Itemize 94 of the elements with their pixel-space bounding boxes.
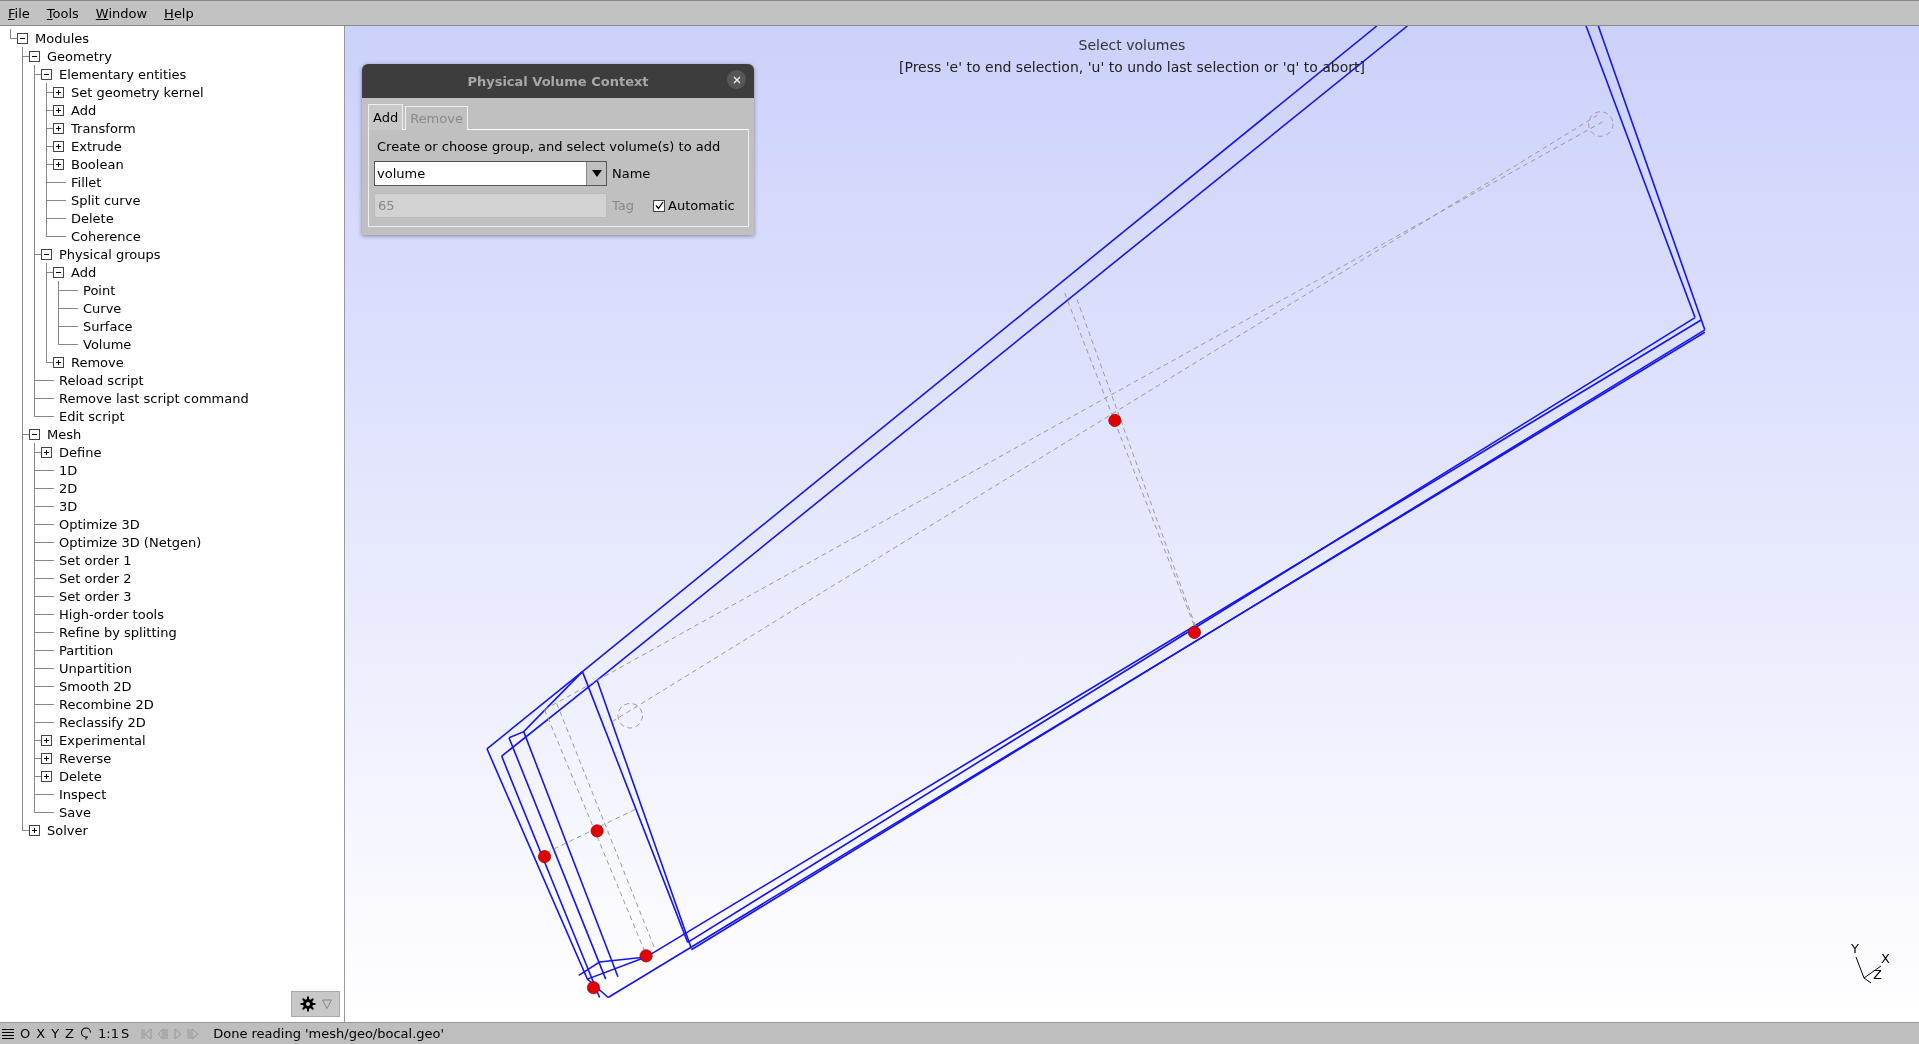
expand-toggle[interactable] [41, 446, 52, 458]
tree-item[interactable]: High-order tools [59, 606, 164, 622]
settings-button[interactable] [291, 991, 340, 1017]
tree-item[interactable]: 3D [59, 498, 78, 514]
view-button[interactable]: Z [65, 1026, 74, 1041]
tree-item[interactable]: Set order 3 [59, 588, 132, 604]
expand-toggle[interactable] [53, 140, 64, 152]
tree-item[interactable]: Smooth 2D [59, 678, 132, 694]
viewport-title: Select volumes [1078, 36, 1186, 55]
tree-item[interactable]: Delete [59, 768, 102, 784]
tree-item[interactable]: Reclassify 2D [59, 714, 146, 730]
tree-item[interactable]: Physical groups [59, 246, 161, 262]
expand-toggle[interactable] [53, 266, 64, 278]
tree-item[interactable]: Set order 2 [59, 570, 132, 586]
tree-item[interactable]: Solver [47, 822, 88, 838]
expand-toggle[interactable] [41, 752, 52, 764]
axis-label: Z [1873, 968, 1882, 982]
menu-icon[interactable] [2, 1027, 14, 1040]
tree-item[interactable]: Delete [71, 210, 114, 226]
tree-item[interactable]: Recombine 2D [59, 696, 154, 712]
tree-item[interactable]: 2D [59, 480, 78, 496]
tree-item[interactable]: Reload script [59, 372, 144, 388]
expand-toggle[interactable] [53, 104, 64, 116]
tree-item[interactable]: Optimize 3D [59, 516, 140, 532]
checkbox-label[interactable]: Automatic [668, 198, 735, 213]
expand-toggle[interactable] [29, 428, 40, 440]
tree-item[interactable]: Split curve [71, 192, 141, 208]
name-combo-field[interactable]: volume [374, 161, 607, 186]
tree-item[interactable]: Define [59, 444, 102, 460]
expand-toggle[interactable] [17, 32, 28, 44]
expand-toggle[interactable] [41, 770, 52, 782]
expand-toggle[interactable] [53, 122, 64, 134]
close-icon [732, 75, 741, 84]
scale-button[interactable]: 1:1 [98, 1026, 119, 1041]
instruction-text: Create or choose group, and select volume(s) to add [377, 139, 722, 154]
tree-item[interactable]: Mesh [47, 426, 82, 442]
menu-item[interactable]: Window [95, 5, 148, 21]
tree-item[interactable]: Remove last script command [59, 390, 249, 406]
field-label: Name [612, 166, 651, 181]
tree-item[interactable]: Unpartition [59, 660, 132, 676]
tree-item[interactable]: Geometry [47, 48, 112, 64]
tree-item[interactable]: Transform [71, 120, 136, 136]
dialog-title: Physical Volume Context [467, 73, 649, 89]
tab[interactable]: Add [368, 104, 404, 130]
view-button[interactable]: X [36, 1026, 46, 1041]
tree-item[interactable]: Optimize 3D (Netgen) [59, 534, 202, 550]
tree-item[interactable]: Set order 1 [59, 552, 132, 568]
tree-item[interactable]: Fillet [71, 174, 102, 190]
tree-item[interactable]: Remove [71, 354, 124, 370]
axis-label: Y [1851, 942, 1859, 956]
field-label: Tag [612, 198, 634, 213]
tree-item[interactable]: Add [71, 102, 97, 118]
gear-icon [299, 996, 316, 1012]
checkbox[interactable] [653, 199, 665, 212]
axis-label: X [1881, 952, 1890, 966]
tree-item[interactable]: Save [59, 804, 91, 820]
rotate-icon[interactable] [80, 1027, 92, 1040]
tree-item[interactable]: Refine by splitting [59, 624, 177, 640]
menu-item[interactable]: Tools [46, 5, 79, 21]
tree-item[interactable]: Volume [83, 336, 132, 352]
menu-item[interactable]: Help [164, 5, 194, 21]
caret-icon [321, 999, 332, 1009]
view-button[interactable]: Y [51, 1026, 60, 1041]
tree-item[interactable]: Modules [35, 30, 90, 46]
view-button[interactable]: O [20, 1026, 31, 1041]
tree-item[interactable]: Boolean [71, 156, 124, 172]
s-button[interactable]: S [120, 1026, 130, 1041]
tree-item[interactable]: Curve [83, 300, 122, 316]
tree-item[interactable]: Inspect [59, 786, 107, 802]
expand-toggle[interactable] [53, 86, 64, 98]
tree-item[interactable]: Reverse [59, 750, 112, 766]
tree-item[interactable]: Edit script [59, 408, 125, 424]
dropdown-arrow-icon [591, 170, 602, 177]
tree-item[interactable]: Set geometry kernel [71, 84, 204, 100]
tree-item[interactable]: 1D [59, 462, 78, 478]
expand-toggle[interactable] [29, 824, 40, 836]
tree-item[interactable]: Partition [59, 642, 114, 658]
expand-toggle[interactable] [41, 734, 52, 746]
tree-item[interactable]: Add [71, 264, 97, 280]
expand-toggle[interactable] [53, 158, 64, 170]
tree-item[interactable]: Experimental [59, 732, 146, 748]
expand-toggle[interactable] [41, 68, 52, 80]
expand-toggle[interactable] [41, 248, 52, 260]
tree-item[interactable]: Point [83, 282, 116, 298]
expand-toggle[interactable] [53, 356, 64, 368]
menu-item[interactable]: File [8, 5, 30, 21]
status-message: Done reading 'mesh/geo/bocal.geo' [213, 1026, 445, 1041]
tree-item[interactable]: Coherence [71, 228, 141, 244]
close-button[interactable] [727, 70, 746, 89]
tree-item[interactable]: Extrude [71, 138, 122, 154]
expand-toggle[interactable] [29, 50, 40, 62]
tree-item[interactable]: Surface [83, 318, 133, 334]
dropdown-button[interactable] [586, 162, 606, 185]
tree-item[interactable]: Elementary entities [59, 66, 187, 82]
